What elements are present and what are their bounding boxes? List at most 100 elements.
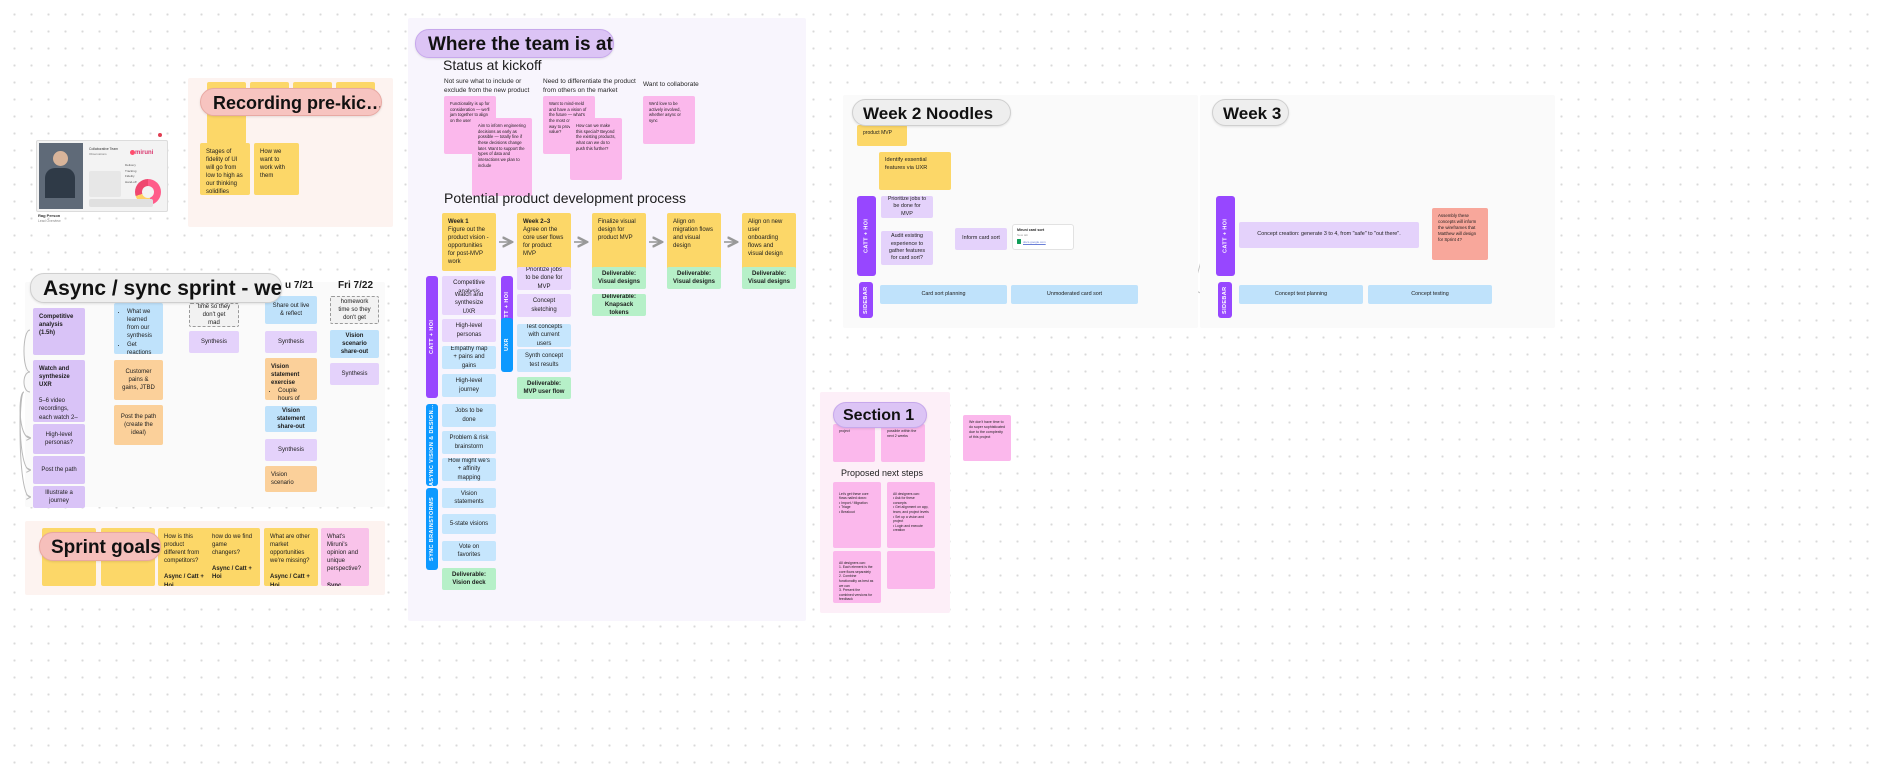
section1-sticky-designers-can[interactable]: All designers can: • Ask for these conce…	[887, 482, 935, 548]
sticky-note-fidelity[interactable]: Stages of fidelity of UI will go from lo…	[200, 143, 250, 195]
deliverable-visual-designs[interactable]: Deliverable: Visual designs	[742, 267, 796, 289]
week2-card-inform-card-sort[interactable]: Inform card sort	[955, 228, 1007, 250]
card-text: High-level personas	[455, 323, 483, 338]
step-body: Finalize visual design for product MVP	[598, 219, 636, 242]
legend-list: Delivery Tracking Fidelity Hand-off	[125, 163, 136, 186]
frame-title-week2[interactable]: Week 2 Noodles	[852, 99, 1011, 126]
section1-side-note-complexity[interactable]: We don't have time to do super sophistic…	[963, 415, 1011, 461]
sticky-note-illustrate-journey[interactable]: Illustrate a journey	[33, 486, 85, 508]
sticky-note-identify-features[interactable]: Identify essential features via UXR	[879, 152, 951, 190]
week3-card-concept-testing[interactable]: Concept testing	[1368, 285, 1492, 304]
sticky-note-different[interactable]: How is this product different from compe…	[158, 528, 212, 586]
sticky-note-post-path-ideal[interactable]: Post the path (create the ideal)	[114, 405, 163, 445]
frame-title-section1[interactable]: Section 1	[833, 402, 927, 428]
swimlane-label: UXR	[504, 338, 510, 352]
lane-card-5-state-visions[interactable]: 5-state visions	[442, 514, 496, 534]
card-text: Problem & risk brainstorm	[449, 435, 489, 450]
card-text: Deliverable: Vision deck	[451, 571, 487, 586]
lane-card-prioritize-jobs[interactable]: Prioritize jobs to be done for MVP	[517, 267, 571, 290]
sticky-title: Watch and synthesize UXR	[39, 366, 70, 389]
week3-card-concept-creation[interactable]: Concept creation: generate 3 to 4, from …	[1239, 222, 1419, 248]
sticky-note-work[interactable]: How we want to work with them	[254, 143, 299, 195]
deliverable-visual-designs[interactable]: Deliverable: Visual designs	[592, 267, 646, 289]
process-step-card-onboarding[interactable]: Align on new user onboarding flows and v…	[742, 213, 796, 271]
week2-card-prioritize[interactable]: Prioritize jobs to be done for MVP	[881, 196, 933, 218]
lane-card-empathy[interactable]: Empathy map + pains and gains	[442, 346, 496, 369]
frame-title-week3[interactable]: Week 3	[1212, 99, 1289, 126]
sticky-note-vision-statement-exercise[interactable]: Vision statement exercise Couple hours o…	[265, 358, 317, 400]
sticky-note-opportunities[interactable]: What are other market opportunities we'r…	[264, 528, 318, 586]
lane-card-watch-synth[interactable]: Watch and synthesize UXR	[442, 292, 496, 315]
lane-card-synth-results[interactable]: Synth concept test results	[517, 349, 571, 372]
lane-card-jobs-to-be-done[interactable]: Jobs to be done	[442, 404, 496, 427]
process-step-card-week23[interactable]: Week 2–3 Agree on the core user flows fo…	[517, 213, 571, 271]
sticky-note-game-changers[interactable]: how do we find game changers? Async / Ca…	[206, 528, 260, 586]
sticky-note-synthesis[interactable]: Synthesis	[265, 439, 317, 461]
lane-card-personas[interactable]: High-level personas	[442, 319, 496, 342]
week2-card-unmoderated-card-sort[interactable]: Unmoderated card sort	[1011, 285, 1138, 304]
legend-item: Hand-off	[125, 180, 137, 185]
deliverable-knapsack-tokens[interactable]: Deliverable: Knapsack tokens	[592, 294, 646, 316]
swimlane-label: CATT + HOI	[863, 218, 870, 254]
sticky-note-product-mvp[interactable]: product MVP	[857, 125, 907, 146]
frame-title-async-sync[interactable]: Async / sync sprint - week 1	[30, 273, 282, 303]
section1-sticky-project[interactable]: project	[833, 424, 875, 462]
frame-title-sprint-goals[interactable]: Sprint goals	[39, 532, 161, 561]
week3-sticky-note-assembly[interactable]: Assembly these concepts will inform the …	[1432, 208, 1488, 260]
bullet-item: What we learned from our synthesis	[127, 308, 157, 340]
link-card-miruni-card-sort[interactable]: Miruni card sort New tab docs.google.com	[1012, 224, 1074, 250]
frame-title-recording[interactable]: Recording pre-kic…	[200, 88, 382, 116]
sticky-note-open-homework[interactable]: Open homework time so they don't get mad	[330, 296, 379, 324]
video-footer-name: Rag Person	[38, 213, 61, 218]
deliverable-visual-designs[interactable]: Deliverable: Visual designs	[667, 267, 721, 289]
card-text: Unmoderated card sort	[1046, 290, 1103, 297]
sticky-note-competitive-analysis[interactable]: Competitive analysis (1.5h)	[33, 308, 85, 355]
link-card-url[interactable]: docs.google.com	[1023, 240, 1046, 244]
swimlane-week2-sidebar: SIDEBAR	[859, 282, 873, 318]
frame-title-where-team[interactable]: Where the team is at	[415, 29, 614, 58]
section1-sticky-possible[interactable]: possible within the next 2 weeks	[881, 424, 925, 462]
lane-card-concept-sketching[interactable]: Concept sketching	[517, 294, 571, 317]
sticky-note-homework-time[interactable]: time so they don't get mad	[189, 303, 239, 327]
sticky-note-learnings[interactable]: What we learned from our synthesis Get r…	[114, 303, 163, 354]
sticky-text: Synthesis	[200, 338, 227, 345]
sticky-note-synthesis[interactable]: Synthesis	[330, 363, 379, 385]
process-step-card-finalize[interactable]: Finalize visual design for product MVP	[592, 213, 646, 271]
section1-sticky-extra[interactable]	[887, 551, 935, 589]
sticky-note-watch-synthesize[interactable]: Watch and synthesize UXR 5–6 video recor…	[33, 360, 85, 422]
sticky-note-synthesis[interactable]: Synthesis	[189, 331, 239, 353]
sticky-note-customer-pains[interactable]: Customer pains & gains, JTBD	[114, 360, 163, 400]
sticky-note-post-path[interactable]: Post the path	[33, 456, 85, 484]
deliverable-mvp-user-flow[interactable]: Deliverable: MVP user flow	[517, 377, 571, 399]
sticky-note-vision-scenario[interactable]: Vision scenario	[265, 466, 317, 492]
sticky-note-personas[interactable]: High-level personas?	[33, 424, 85, 454]
sticky-note-synthesis[interactable]: Synthesis	[265, 331, 317, 353]
section1-sticky-combine[interactable]: All designers can: 1. Each element is th…	[833, 551, 881, 603]
process-step-card-migration[interactable]: Align on migration flows and visual desi…	[667, 213, 721, 271]
week2-card-card-sort-planning[interactable]: Card sort planning	[880, 285, 1007, 304]
sticky-note-miruni-opinion[interactable]: What's Miruni's opinion and unique persp…	[321, 528, 369, 586]
lane-card-vote-favorites[interactable]: Vote on favorites	[442, 541, 496, 561]
lane-card-test-concepts[interactable]: Test concepts with current users	[517, 324, 571, 347]
sticky-note-special[interactable]: How can we make this special? Beyond the…	[570, 118, 622, 180]
lane-card-problem-risk[interactable]: Problem & risk brainstorm	[442, 431, 496, 454]
sticky-note-vision-statement-shareout[interactable]: Vision statement share-out	[265, 406, 317, 432]
sticky-note-engineering[interactable]: Aim to inform engineering decisions as e…	[472, 118, 532, 196]
whiteboard-canvas[interactable]: Recording pre-kic… Stages of fidelity of…	[0, 0, 1878, 768]
sticky-note-vision-scenario-shareout[interactable]: Vision scenario share-out	[330, 330, 379, 358]
sticky-text: How is this product different from compe…	[164, 534, 200, 565]
section1-sticky-core-flows[interactable]: Let's get these core flows nailed down: …	[833, 482, 881, 548]
lane-card-journey[interactable]: High-level journey	[442, 374, 496, 397]
sticky-text: High-level personas?	[44, 431, 74, 446]
process-step-card-week1[interactable]: Week 1 Figure out the product vision - o…	[442, 213, 496, 271]
sticky-note-collaborate[interactable]: We'd love to be actively involved, wheth…	[643, 96, 695, 144]
week2-card-audit[interactable]: Audit existing experience to gather feat…	[881, 231, 933, 265]
lane-card-how-might-we[interactable]: How might we's + affinity mapping	[442, 458, 496, 481]
lane-card-vision-statements[interactable]: Vision statements	[442, 488, 496, 508]
video-thumbnail-card[interactable]: Collaborative Team Observations miruni D…	[36, 140, 168, 212]
deliverable-vision-deck[interactable]: Deliverable: Vision deck	[442, 568, 496, 590]
card-text: Empathy map + pains and gains	[450, 346, 488, 369]
week3-card-concept-test-planning[interactable]: Concept test planning	[1239, 285, 1363, 304]
sticky-owner: Sync discussion	[327, 582, 342, 586]
sticky-owner: Async / Catt + Hoi	[270, 574, 310, 586]
